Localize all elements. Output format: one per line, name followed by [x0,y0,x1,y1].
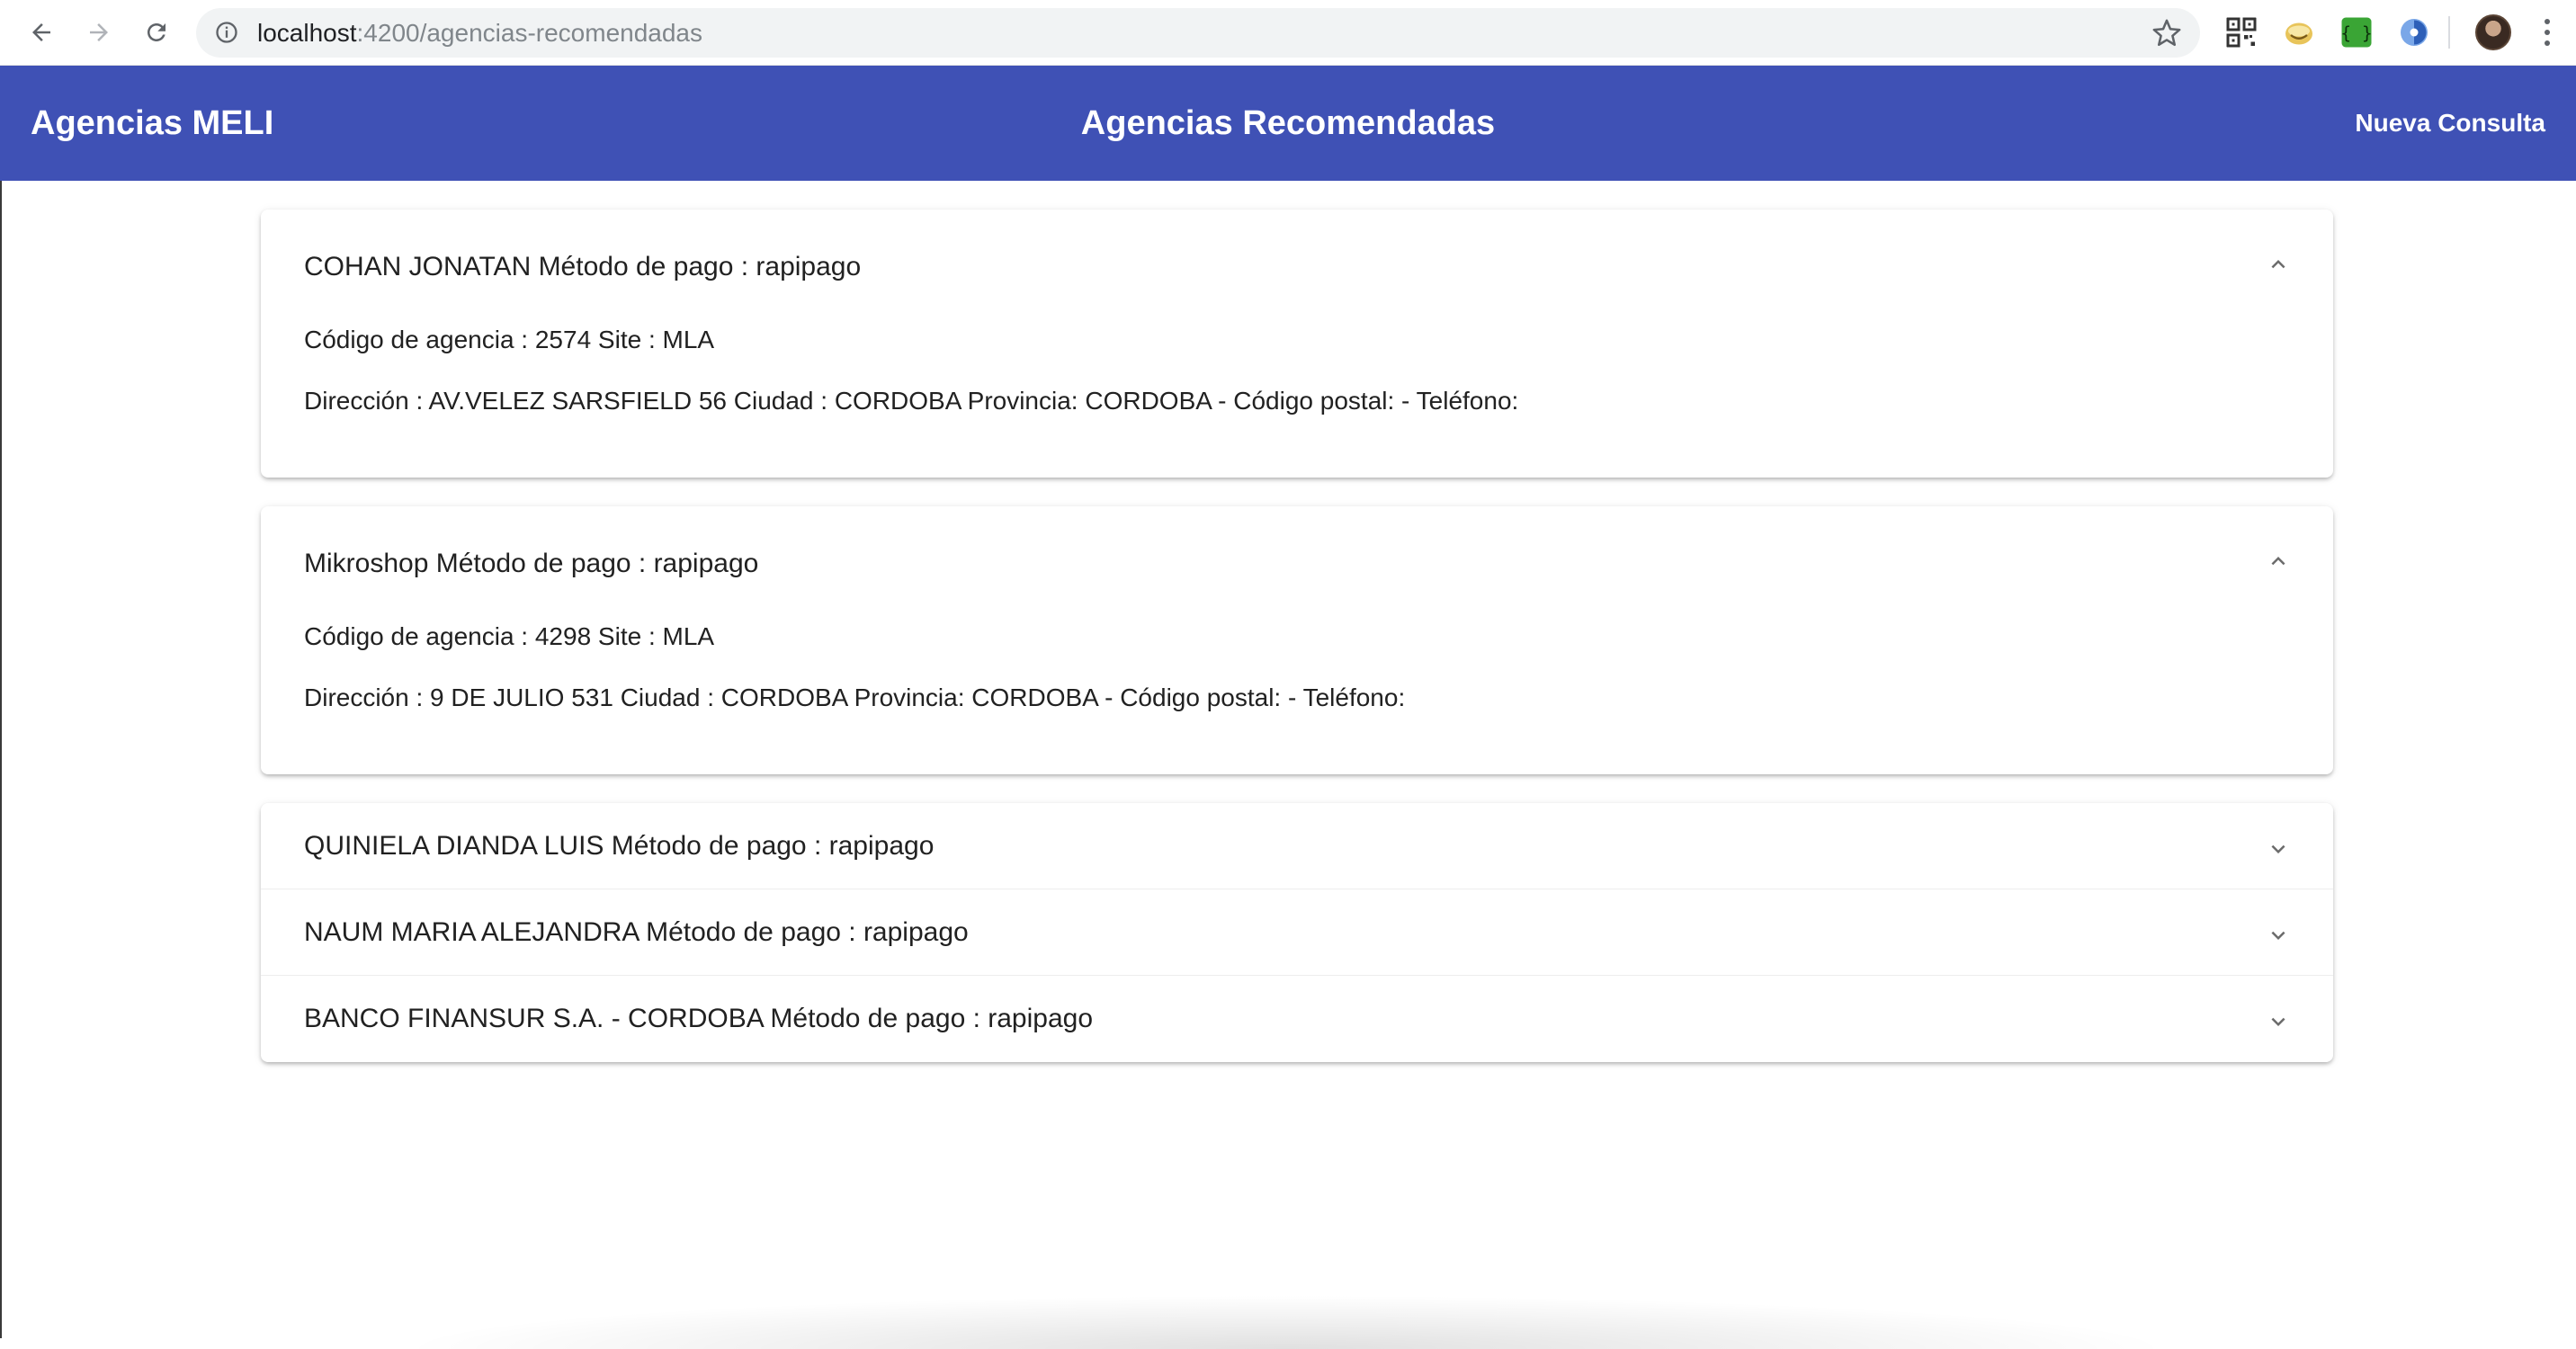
agency-panel-header[interactable]: QUINIELA DIANDA LUIS Método de pago : ra… [261,803,2333,889]
blue-extension-icon[interactable] [2398,16,2430,49]
chevron-down-icon[interactable] [2265,835,2292,862]
chevron-up-icon[interactable] [2265,548,2292,575]
agency-panel-header[interactable]: COHAN JONATAN Método de pago : rapipago [261,210,2333,325]
page-title: Agencias Recomendadas [1080,104,1496,142]
agency-panel-header[interactable]: BANCO FINANSUR S.A. - CORDOBA Método de … [261,976,2333,1062]
window-edge [0,181,2,1338]
back-icon[interactable] [22,13,61,52]
agency-details: Código de agencia : 2574 Site : MLA Dire… [261,325,2333,478]
agency-direccion: Dirección : AV.VELEZ SARSFIELD 56 Ciudad… [304,387,1519,415]
agency-details: Código de agencia : 4298 Site : MLA Dire… [261,621,2333,774]
agency-title: NAUM MARIA ALEJANDRA Método de pago : ra… [304,917,969,947]
agency-direccion: Dirección : 9 DE JULIO 531 Ciudad : CORD… [304,683,1406,711]
braces-extension-icon[interactable]: { } [2340,16,2373,49]
reload-icon[interactable] [137,13,176,52]
app-title[interactable]: Agencias MELI [31,66,273,181]
collapsed-agencies: QUINIELA DIANDA LUIS Método de pago : ra… [261,803,2333,1062]
avatar[interactable] [2475,14,2511,50]
star-icon[interactable] [2151,18,2182,49]
agency-panel: COHAN JONATAN Método de pago : rapipago … [261,210,2333,478]
smile-extension-icon[interactable] [2283,16,2315,49]
agency-panel-header[interactable]: NAUM MARIA ALEJANDRA Método de pago : ra… [261,889,2333,976]
url-text[interactable]: localhost:4200/agencias-recomendadas [257,8,702,58]
menu-icon[interactable] [2536,16,2558,49]
toolbar-divider [2448,16,2450,49]
app-toolbar: Agencias MELI Agencias Recomendadas Nuev… [0,66,2576,181]
agency-title: Mikroshop Método de pago : rapipago [304,549,759,578]
agency-panel: Mikroshop Método de pago : rapipago Códi… [261,506,2333,774]
chevron-down-icon[interactable] [2265,922,2292,949]
agency-title: QUINIELA DIANDA LUIS Método de pago : ra… [304,831,935,861]
nueva-consulta-button[interactable]: Nueva Consulta [2355,96,2545,150]
chevron-up-icon[interactable] [2265,251,2292,278]
agency-panel-header[interactable]: Mikroshop Método de pago : rapipago [261,506,2333,621]
address-bar[interactable]: localhost:4200/agencias-recomendadas [196,8,2200,58]
url-host: localhost [257,19,357,47]
agency-title: BANCO FINANSUR S.A. - CORDOBA Método de … [304,1004,1094,1033]
chevron-down-icon[interactable] [2265,1008,2292,1035]
info-icon[interactable] [214,20,239,45]
url-path: :4200/agencias-recomendadas [356,19,702,47]
forward-icon[interactable] [79,13,119,52]
svg-text:{ }: { } [2340,23,2372,44]
browser-toolbar: localhost:4200/agencias-recomendadas { } [0,0,2576,66]
qr-extension-icon[interactable] [2225,16,2258,49]
agency-title: COHAN JONATAN Método de pago : rapipago [304,252,862,281]
bottom-shadow [396,1295,2177,1349]
agencies-accordion: COHAN JONATAN Método de pago : rapipago … [261,210,2333,1062]
agency-codigo: Código de agencia : 2574 Site : MLA [304,326,715,353]
agency-codigo: Código de agencia : 4298 Site : MLA [304,622,715,650]
